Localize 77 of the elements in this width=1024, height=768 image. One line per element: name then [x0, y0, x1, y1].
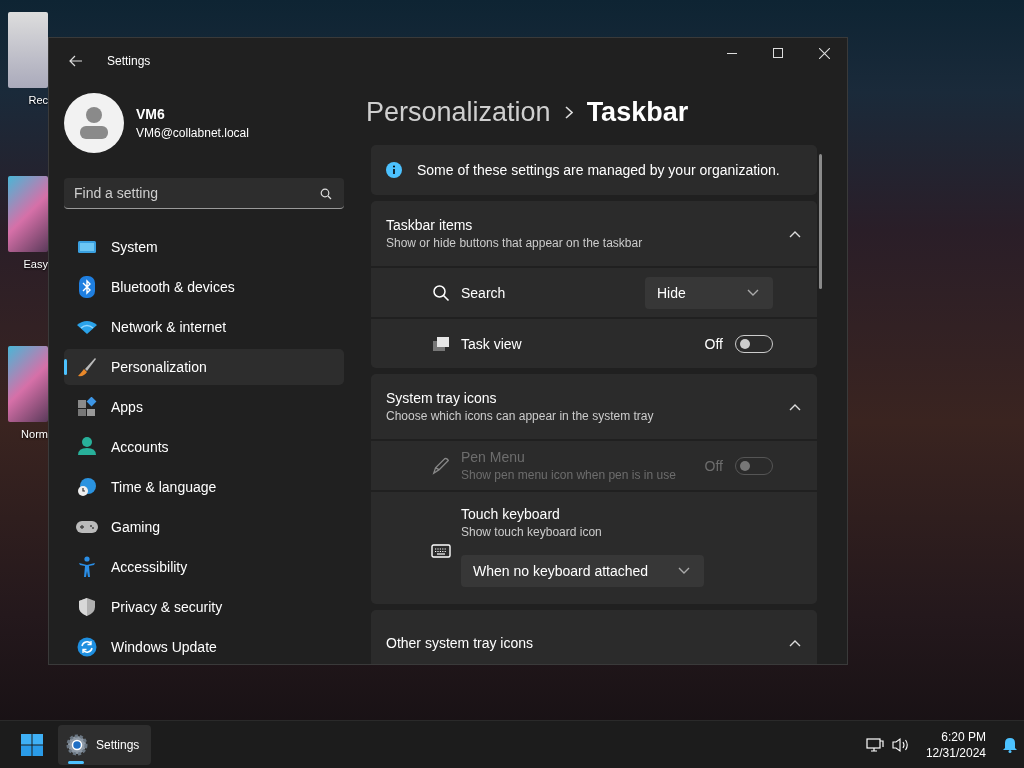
nav-item[interactable]: Time & language [64, 469, 344, 505]
taskbar-app-button[interactable]: Settings [58, 724, 152, 765]
maximize-icon [773, 48, 783, 58]
section-header[interactable]: Other system tray icons [371, 610, 817, 664]
dropdown[interactable]: Hide [645, 276, 773, 309]
chevron-up-icon [789, 638, 801, 647]
nav-item[interactable]: Network & internet [64, 309, 344, 345]
paintbrush-icon [77, 357, 97, 377]
accessibility-person-icon [78, 556, 96, 578]
globe-clock-icon [77, 477, 97, 497]
game-controller-icon [76, 520, 98, 534]
info-text: Some of these settings are managed by your organization. [417, 162, 780, 178]
nav-item[interactable]: Gaming [64, 509, 344, 545]
network-monitor-icon[interactable] [865, 736, 884, 753]
chevron-right-icon [564, 105, 573, 119]
bell-icon[interactable] [1002, 736, 1018, 753]
section-subtitle: Show or hide buttons that appear on the taskbar [386, 236, 644, 250]
keyboard-icon [431, 544, 451, 558]
desktop-icon-label[interactable]: Norm [21, 428, 48, 440]
nav-item[interactable]: Apps [64, 389, 344, 425]
back-arrow-icon [69, 55, 83, 67]
scrollbar[interactable] [819, 154, 822, 289]
setting-label: Pen Menu [461, 449, 526, 465]
breadcrumb-parent[interactable]: Personalization [366, 96, 551, 128]
search-field[interactable]: Find a setting [64, 178, 344, 209]
chevron-down-icon [678, 567, 691, 575]
window-title: Settings [107, 54, 152, 68]
close-icon [818, 47, 830, 59]
nav-item[interactable]: Bluetooth & devices [64, 269, 344, 305]
wifi-icon [76, 319, 98, 335]
apps-grid-icon [77, 397, 97, 417]
minimize-icon [727, 52, 737, 54]
nav-item[interactable]: Accessibility [64, 549, 344, 585]
clock[interactable]: 6:20 PM 12/31/2024 [925, 728, 986, 761]
monitor-icon [77, 239, 97, 255]
desktop-icon-label[interactable]: Rec [28, 94, 48, 106]
bluetooth-icon [79, 276, 95, 298]
windows-logo-icon [21, 733, 43, 756]
recycle-bin-icon [8, 12, 48, 88]
nav-item[interactable]: Personalization [64, 349, 344, 385]
active-app-indicator [68, 760, 84, 764]
stacked-windows-icon [432, 335, 450, 352]
dropdown[interactable]: When no keyboard attached [461, 555, 705, 587]
nav-item[interactable]: System [64, 229, 344, 265]
chevron-up-icon [789, 229, 801, 238]
account-email: VM6@collabnet.local [136, 126, 249, 140]
section-title: Taskbar items [386, 217, 474, 233]
selection-indicator [64, 359, 67, 375]
account-name: VM6 [136, 106, 166, 122]
page-title: Taskbar [586, 96, 689, 128]
shield-icon [78, 597, 96, 617]
person-silhouette-icon [79, 106, 109, 140]
search-icon [432, 283, 450, 302]
setting-description: Show pen menu icon when pen is in use [461, 468, 677, 482]
info-icon [386, 162, 402, 178]
section-title: System tray icons [386, 390, 498, 406]
setting-label: Touch keyboard [461, 506, 561, 522]
search-icon [320, 188, 332, 200]
sync-arrows-icon [77, 637, 97, 657]
chevron-up-icon [789, 402, 801, 411]
nav-item[interactable]: Accounts [64, 429, 344, 465]
section-header[interactable]: System tray icons Choose which icons can appear in the system tray [371, 374, 817, 439]
section-header[interactable]: Taskbar items Show or hide buttons that appear on the taskbar [371, 201, 817, 266]
setting-description: Show touch keyboard icon [461, 525, 603, 539]
nav-item[interactable]: Windows Update [64, 629, 344, 664]
toggle-state-text: Off [704, 457, 723, 474]
desktop-icon-label[interactable]: Easy [23, 258, 48, 270]
speaker-icon[interactable] [891, 736, 910, 753]
nav-item[interactable]: Privacy & security [64, 589, 344, 625]
section-title: Other system tray icons [386, 634, 535, 651]
setting-label: Search [461, 284, 507, 301]
section-subtitle: Choose which icons can appear in the system tray [386, 409, 655, 423]
gear-icon [66, 733, 88, 756]
toggle-state-text: Off [704, 335, 723, 352]
person-icon [78, 437, 96, 457]
chevron-down-icon [747, 288, 759, 297]
setting-label: Task view [461, 335, 523, 352]
